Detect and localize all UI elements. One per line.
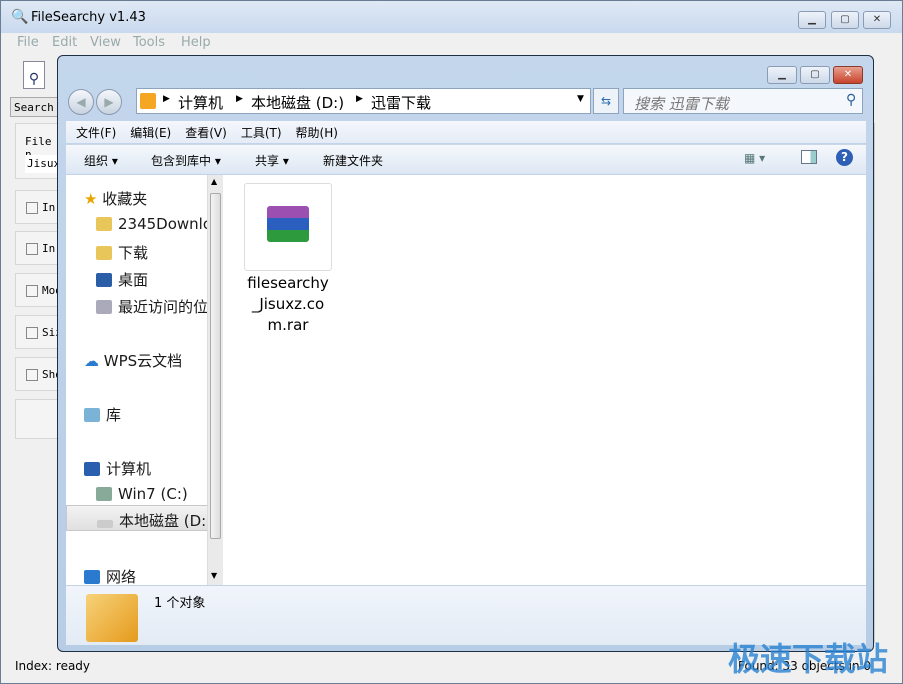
- share-button[interactable]: 共享 ▾: [255, 152, 289, 169]
- breadcrumb-item[interactable]: 迅雷下载: [371, 92, 431, 113]
- nav-network[interactable]: 网络: [84, 566, 136, 585]
- download-folder-icon: [96, 246, 112, 260]
- nav-scrollbar[interactable]: ▲ ▼: [207, 175, 223, 585]
- checkbox[interactable]: [26, 369, 38, 381]
- rar-archive-icon: [267, 206, 309, 242]
- minimize-button[interactable]: ▁: [767, 66, 797, 84]
- menu-edit[interactable]: Edit: [52, 35, 77, 50]
- network-icon: [84, 570, 100, 584]
- nav-favorites[interactable]: ★ 收藏夹: [84, 188, 147, 209]
- object-count: 1 个对象: [154, 596, 206, 611]
- checkbox-label: In: [42, 201, 56, 214]
- nav-library[interactable]: 库: [84, 404, 121, 425]
- menu-file[interactable]: 文件(F): [76, 126, 116, 140]
- nav-computer[interactable]: 计算机: [84, 458, 151, 479]
- checkbox[interactable]: [26, 285, 38, 297]
- view-options-icon[interactable]: ▦ ▾: [744, 151, 765, 165]
- windows-drive-icon: [96, 487, 112, 501]
- title-bar: 🔍 FileSearchy v1.43 ▁ ▢ ✕: [1, 1, 902, 33]
- close-button[interactable]: ✕: [863, 11, 891, 29]
- address-bar[interactable]: ▶ 计算机 ▶ 本地磁盘 (D:) ▶ 迅雷下载 ▼: [136, 88, 591, 114]
- scroll-up-icon[interactable]: ▲: [211, 177, 217, 186]
- new-folder-button[interactable]: 新建文件夹: [323, 152, 383, 169]
- minimize-button[interactable]: ▁: [798, 11, 826, 29]
- watermark-logo: 极速下载站: [728, 640, 889, 678]
- forward-button[interactable]: ▶: [96, 89, 122, 115]
- file-name[interactable]: filesearchy _Jisuxz.co m.rar: [236, 273, 340, 336]
- refresh-button[interactable]: ⇆: [593, 88, 619, 114]
- breadcrumb-item[interactable]: 本地磁盘 (D:): [251, 92, 344, 113]
- include-library-button[interactable]: 包含到库中 ▾: [151, 152, 221, 169]
- explorer-menu-bar: 文件(F) 编辑(E) 查看(V) 工具(T) 帮助(H): [66, 121, 866, 143]
- computer-icon: [84, 462, 100, 476]
- cloud-icon: ☁: [84, 352, 99, 370]
- menu-bar: File Edit View Tools Help: [1, 33, 902, 53]
- star-icon: ★: [84, 190, 98, 208]
- search-input[interactable]: 搜索 迅雷下载 ⚲: [623, 88, 863, 114]
- help-icon[interactable]: ?: [836, 149, 853, 166]
- close-button[interactable]: ✕: [833, 66, 863, 84]
- explorer-window: ▁ ▢ ✕ ◀ ▶ ▶ 计算机 ▶ 本地磁盘 (D:) ▶ 迅雷下载 ▼ ⇆ 搜…: [57, 55, 874, 652]
- nav-drive-d[interactable]: 本地磁盘 (D:: [66, 505, 223, 531]
- library-icon: [84, 408, 100, 422]
- preview-pane-icon[interactable]: [801, 150, 817, 164]
- nav-item[interactable]: 最近访问的位: [96, 296, 208, 317]
- nav-drive-c[interactable]: Win7 (C:): [96, 485, 188, 503]
- checkbox[interactable]: [26, 243, 38, 255]
- command-bar: 组织 ▾ 包含到库中 ▾ 共享 ▾ 新建文件夹 ▦ ▾ ?: [66, 144, 866, 174]
- menu-view[interactable]: 查看(V): [185, 126, 227, 140]
- content-area: ★ 收藏夹 2345Downlo 下载 桌面 最近访问的位 ☁ WPS云文档 库…: [66, 175, 866, 585]
- nav-item[interactable]: 2345Downlo: [96, 215, 212, 233]
- status-index: Index: ready: [15, 659, 91, 673]
- menu-file[interactable]: File: [17, 35, 39, 50]
- menu-edit[interactable]: 编辑(E): [130, 126, 171, 140]
- menu-tools[interactable]: 工具(T): [241, 126, 282, 140]
- checkbox[interactable]: [26, 327, 38, 339]
- checkbox[interactable]: [26, 202, 38, 214]
- window-title: FileSearchy v1.43: [31, 10, 146, 25]
- menu-help[interactable]: Help: [181, 35, 211, 50]
- search-placeholder: 搜索 迅雷下载: [634, 95, 729, 113]
- navigation-pane: ★ 收藏夹 2345Downlo 下载 桌面 最近访问的位 ☁ WPS云文档 库…: [66, 175, 223, 585]
- desktop-icon: [96, 273, 112, 287]
- breadcrumb-item[interactable]: 计算机: [178, 92, 223, 113]
- menu-help[interactable]: 帮助(H): [296, 126, 338, 140]
- chevron-right-icon: ▶: [356, 94, 363, 104]
- file-item[interactable]: [244, 183, 332, 271]
- scrollbar-thumb[interactable]: [210, 193, 221, 539]
- maximize-button[interactable]: ▢: [831, 11, 859, 29]
- nav-wps[interactable]: ☁ WPS云文档: [84, 350, 182, 371]
- menu-tools[interactable]: Tools: [133, 35, 165, 50]
- chevron-down-icon[interactable]: ▼: [577, 94, 584, 104]
- drive-icon: [97, 520, 113, 528]
- tab-search[interactable]: Search: [10, 97, 60, 117]
- checkbox-label: In: [42, 242, 56, 255]
- chevron-right-icon: ▶: [163, 94, 170, 104]
- nav-item[interactable]: 下载: [96, 242, 148, 263]
- folder-icon: [96, 217, 112, 231]
- magnifier-icon: 🔍: [11, 9, 29, 25]
- search-icon[interactable]: ⚲: [846, 92, 856, 108]
- recent-places-icon: [96, 300, 112, 314]
- chevron-right-icon: ▶: [236, 94, 243, 104]
- folder-large-icon: [86, 594, 138, 642]
- back-button[interactable]: ◀: [68, 89, 94, 115]
- folder-icon: [140, 93, 156, 109]
- nav-item[interactable]: 桌面: [96, 269, 148, 290]
- maximize-button[interactable]: ▢: [800, 66, 830, 84]
- search-file-icon[interactable]: ⚲: [23, 61, 45, 89]
- organize-button[interactable]: 组织 ▾: [84, 152, 118, 169]
- menu-view[interactable]: View: [90, 35, 121, 50]
- scroll-down-icon[interactable]: ▼: [211, 571, 217, 580]
